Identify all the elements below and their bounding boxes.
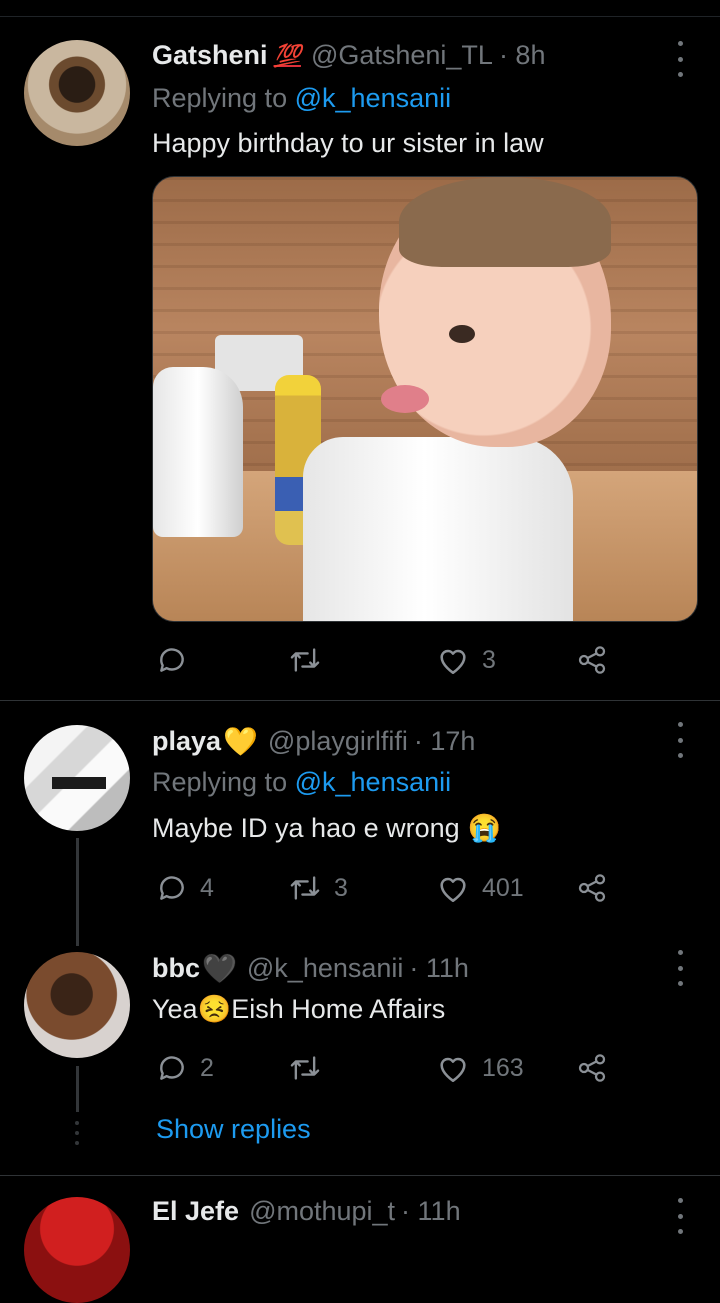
- share-icon: [578, 1054, 606, 1082]
- reply-icon: [160, 1056, 184, 1080]
- like-count: 401: [482, 873, 524, 902]
- tweet-text: Yea 😣 Eish Home Affairs: [152, 993, 445, 1025]
- tweet-header: El Jefe @mothupi_t · 11h: [152, 1196, 461, 1227]
- thread-dots-icon: [73, 1121, 81, 1145]
- display-name[interactable]: playa: [152, 726, 221, 757]
- reply-button[interactable]: 4: [156, 868, 214, 908]
- retweet-button[interactable]: [288, 1048, 334, 1088]
- tweet-text-start: Yea: [152, 993, 198, 1024]
- replying-to-label: Replying to: [152, 767, 288, 797]
- like-count: 163: [482, 1053, 524, 1082]
- tweet-actions: 2 163: [152, 1048, 622, 1088]
- user-handle[interactable]: @k_hensanii: [247, 953, 404, 984]
- tweet-header: playa 💛 @playgirlfifi · 17h: [152, 725, 475, 758]
- retweet-icon: [290, 648, 320, 672]
- like-count: 3: [482, 645, 496, 674]
- share-button[interactable]: [576, 640, 608, 680]
- timestamp[interactable]: · 8h: [499, 40, 546, 71]
- share-button[interactable]: [576, 1048, 608, 1088]
- retweet-button[interactable]: 3: [288, 868, 348, 908]
- avatar[interactable]: [24, 40, 130, 146]
- like-button[interactable]: 401: [436, 868, 524, 908]
- replying-to-label: Replying to: [152, 83, 288, 113]
- tweet-header: Gatsheni 💯 @Gatsheni_TL · 8h: [152, 40, 545, 71]
- display-name[interactable]: bbc: [152, 953, 200, 984]
- retweet-icon: [290, 1056, 320, 1080]
- tweet-actions: 3: [152, 640, 622, 680]
- display-name[interactable]: Gatsheni: [152, 40, 268, 71]
- image-kettle: [153, 367, 243, 537]
- tweet-image[interactable]: [152, 176, 698, 622]
- thread-line: [76, 1066, 79, 1112]
- reply-count: 2: [200, 1053, 214, 1082]
- tweet-text-content: Maybe ID ya hao e wrong: [152, 812, 460, 843]
- thread-line: [76, 838, 79, 946]
- share-button[interactable]: [576, 868, 608, 908]
- crying-emoji: 😭: [467, 813, 502, 843]
- timestamp[interactable]: · 11h: [401, 1196, 461, 1227]
- tweet-actions: 4 3 401: [152, 868, 622, 908]
- tweet-text-end: Eish Home Affairs: [231, 993, 446, 1024]
- heart-icon: [440, 877, 466, 903]
- timestamp[interactable]: · 17h: [414, 726, 476, 757]
- avatar[interactable]: [24, 1197, 130, 1303]
- heart-icon: [440, 1057, 466, 1083]
- hundred-emoji: 💯: [273, 42, 301, 68]
- share-icon: [578, 874, 606, 902]
- yellow-heart-emoji: 💛: [223, 726, 258, 757]
- image-kid-shirt: [303, 437, 573, 621]
- image-kid-tongue: [381, 385, 429, 413]
- more-options-icon[interactable]: [668, 1198, 692, 1234]
- heart-icon: [440, 649, 466, 675]
- user-handle[interactable]: @Gatsheni_TL: [311, 40, 493, 71]
- show-replies-link[interactable]: Show replies: [156, 1114, 311, 1145]
- tweet-text: Maybe ID ya hao e wrong 😭: [152, 812, 501, 844]
- avatar[interactable]: [24, 952, 130, 1058]
- more-options-icon[interactable]: [668, 722, 692, 758]
- reply-button[interactable]: 2: [156, 1048, 214, 1088]
- timestamp[interactable]: · 11h: [409, 953, 469, 984]
- tweet-divider: [0, 1175, 720, 1176]
- user-handle[interactable]: @mothupi_t: [249, 1196, 395, 1227]
- reply-icon: [160, 876, 184, 900]
- more-options-icon[interactable]: [668, 41, 692, 77]
- tweet-divider: [0, 700, 720, 701]
- retweet-icon: [290, 876, 320, 900]
- like-button[interactable]: 3: [436, 640, 496, 680]
- replying-to-link[interactable]: @k_hensanii: [295, 83, 452, 113]
- tweet-text: Happy birthday to ur sister in law: [152, 128, 544, 158]
- persevering-emoji: 😣: [197, 994, 232, 1024]
- image-kid-eye: [449, 325, 475, 343]
- like-button[interactable]: 163: [436, 1048, 524, 1088]
- replying-to: Replying to @k_hensanii: [152, 767, 451, 798]
- avatar[interactable]: [24, 725, 130, 831]
- more-options-icon[interactable]: [668, 950, 692, 986]
- retweet-count: 3: [334, 873, 348, 902]
- black-heart-emoji: 🖤: [202, 953, 237, 984]
- reply-count: 4: [200, 873, 214, 902]
- top-separator: [0, 16, 720, 17]
- image-kid-hair: [399, 177, 611, 267]
- replying-to-link[interactable]: @k_hensanii: [295, 767, 452, 797]
- share-icon: [578, 646, 606, 674]
- user-handle[interactable]: @playgirlfifi: [268, 726, 408, 757]
- reply-button[interactable]: [156, 640, 200, 680]
- replying-to: Replying to @k_hensanii: [152, 83, 451, 114]
- retweet-button[interactable]: [288, 640, 334, 680]
- reply-icon: [160, 648, 184, 672]
- tweet-header: bbc 🖤 @k_hensanii · 11h: [152, 952, 469, 985]
- display-name[interactable]: El Jefe: [152, 1196, 239, 1227]
